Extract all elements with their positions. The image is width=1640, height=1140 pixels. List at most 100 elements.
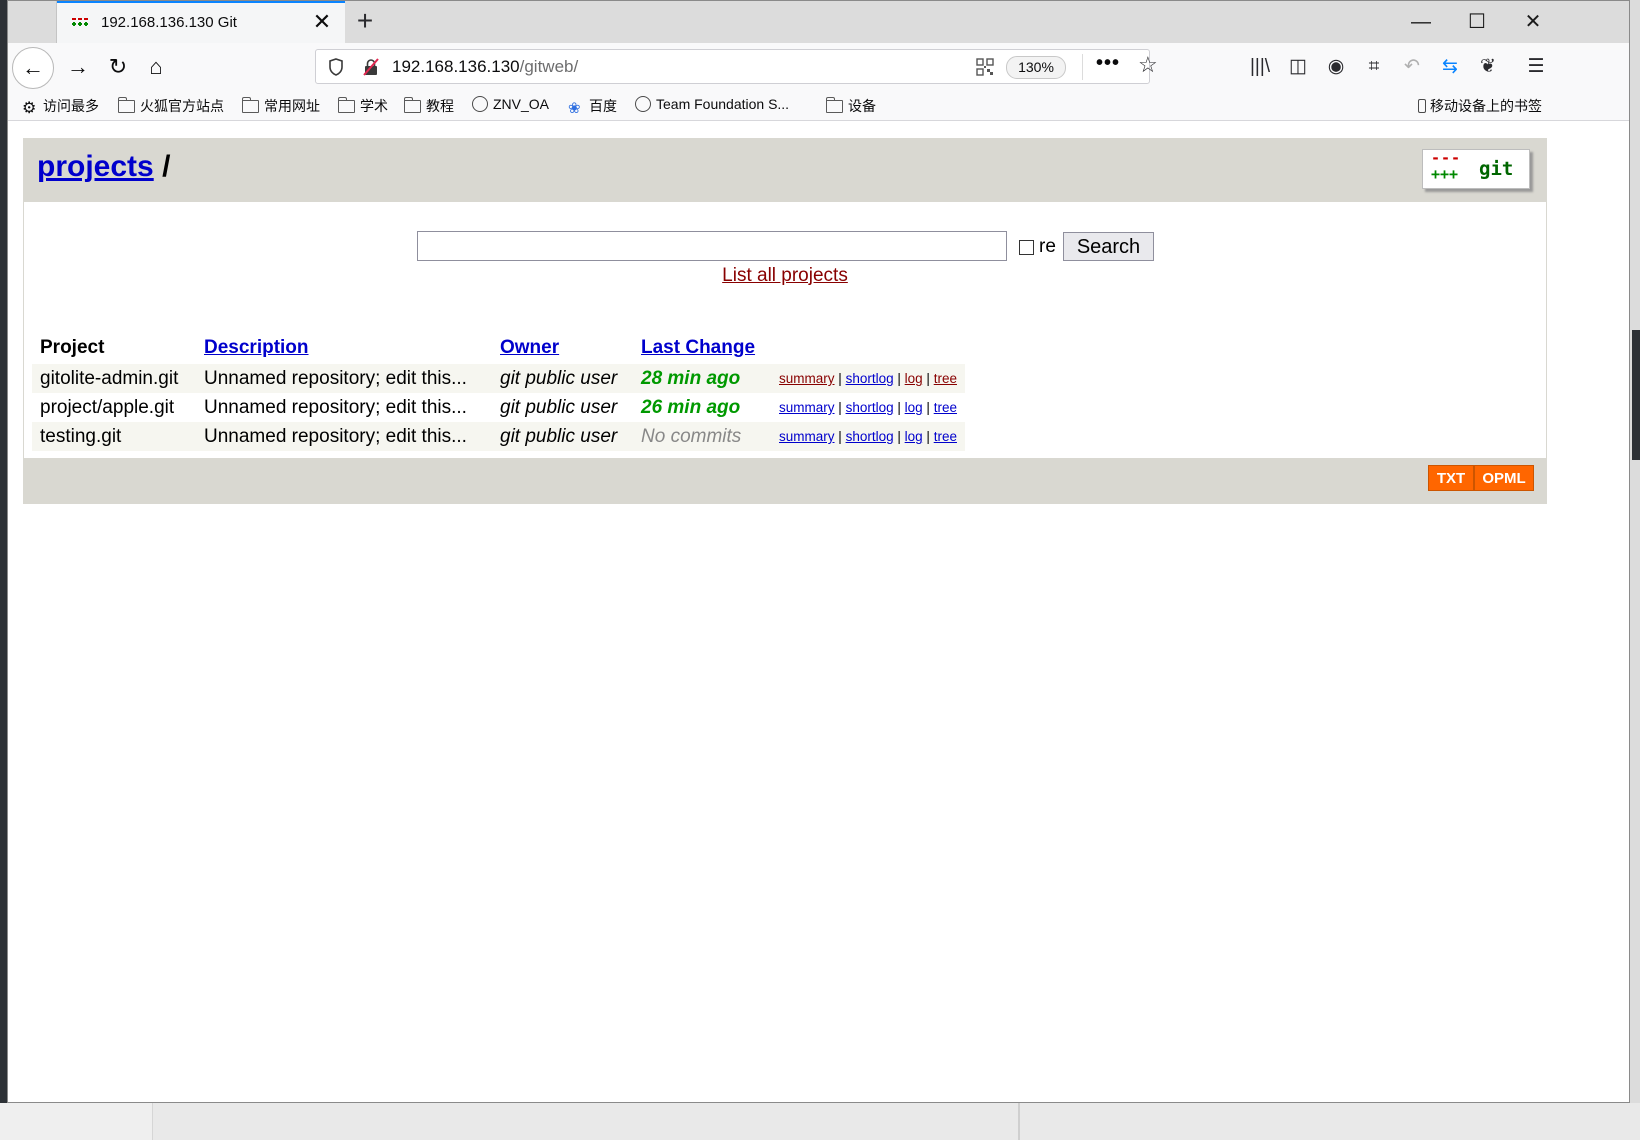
hamburger-menu-icon[interactable]: ☰ <box>1522 53 1550 81</box>
bookmark-firefox-sites[interactable]: 火狐官方站点 <box>118 96 224 116</box>
browser-window: 192.168.136.130 Git ✕ + — ☐ ✕ ← → ↻ ⌂ 19… <box>7 0 1630 1103</box>
minimize-icon[interactable]: — <box>1398 7 1444 37</box>
shortlog-link[interactable]: shortlog <box>846 371 894 386</box>
qr-code-icon[interactable] <box>976 58 994 76</box>
page-actions-icon[interactable]: ••• <box>1096 52 1120 75</box>
shortlog-link[interactable]: shortlog <box>846 429 894 444</box>
project-description[interactable]: Unnamed repository; edit this... <box>196 364 492 393</box>
regex-checkbox[interactable] <box>1019 240 1034 255</box>
project-age: 26 min ago <box>633 393 771 422</box>
git-logo-minus-icon: --- <box>1431 149 1462 167</box>
bookmark-star-icon[interactable]: ☆ <box>1138 52 1158 78</box>
project-owner: git public user <box>492 393 633 422</box>
background-window-strip <box>0 0 7 1140</box>
baidu-paw-icon: ❀ <box>568 100 581 117</box>
summary-link[interactable]: summary <box>779 371 835 386</box>
back-arrow-icon[interactable]: ← <box>12 47 54 89</box>
project-name[interactable]: gitolite-admin.git <box>32 364 196 393</box>
summary-link[interactable]: summary <box>779 400 835 415</box>
sync-icon[interactable]: ⇆ <box>1436 53 1464 81</box>
bookmark-baidu[interactable]: ❀ 百度 <box>568 96 617 117</box>
evernote-icon[interactable]: ❦ <box>1474 53 1502 81</box>
tab-close-icon[interactable]: ✕ <box>309 9 335 35</box>
list-all-projects-link[interactable]: List all projects <box>722 265 848 286</box>
library-icon[interactable]: |||\ <box>1246 53 1274 81</box>
tracking-shield-icon[interactable] <box>328 58 344 76</box>
crop-screenshot-icon[interactable]: ⌗ <box>1360 53 1388 81</box>
navigation-toolbar: ← → ↻ ⌂ 192.168.136.130/gitweb/ 130% •••… <box>8 43 1629 91</box>
regex-label: re <box>1039 236 1056 257</box>
account-icon[interactable]: ◉ <box>1322 53 1350 81</box>
bookmark-tutorials[interactable]: 教程 <box>404 96 454 116</box>
project-name[interactable]: project/apple.git <box>32 393 196 422</box>
opml-feed-button[interactable]: OPML <box>1474 465 1534 491</box>
table-row: gitolite-admin.git Unnamed repository; e… <box>32 364 965 393</box>
column-last-change[interactable]: Last Change <box>633 334 771 364</box>
bookmark-team-foundation[interactable]: Team Foundation S... <box>635 96 789 112</box>
bookmark-devices[interactable]: 设备 <box>826 96 876 116</box>
bookmark-common-sites[interactable]: 常用网址 <box>242 96 320 116</box>
maximize-icon[interactable]: ☐ <box>1454 7 1500 37</box>
log-link[interactable]: log <box>905 429 923 444</box>
log-link[interactable]: log <box>905 400 923 415</box>
insecure-lock-icon[interactable] <box>362 58 380 76</box>
tab-title: 192.168.136.130 Git <box>101 14 237 31</box>
project-age: 28 min ago <box>633 364 771 393</box>
search-button[interactable]: Search <box>1063 232 1154 261</box>
tree-link[interactable]: tree <box>934 400 957 415</box>
tree-link[interactable]: tree <box>934 371 957 386</box>
shortlog-link[interactable]: shortlog <box>846 400 894 415</box>
list-all-projects: List all projects <box>24 265 1546 287</box>
zoom-level-button[interactable]: 130% <box>1006 56 1066 79</box>
forward-arrow-icon[interactable]: → <box>60 49 96 85</box>
window-close-icon[interactable]: ✕ <box>1510 7 1556 37</box>
new-tab-icon[interactable]: + <box>349 5 381 37</box>
globe-icon <box>472 96 488 112</box>
project-description[interactable]: Unnamed repository; edit this... <box>196 422 492 451</box>
mobile-device-icon <box>1418 99 1426 113</box>
undo-arrow-icon[interactable]: ↶ <box>1398 53 1426 81</box>
table-header-row: Project Description Owner Last Change <box>32 334 965 364</box>
tab-bar: 192.168.136.130 Git ✕ + — ☐ ✕ <box>8 1 1629 43</box>
log-link[interactable]: log <box>905 371 923 386</box>
reload-icon[interactable]: ↻ <box>100 49 136 85</box>
bookmark-most-visited[interactable]: ⚙ 访问最多 <box>22 96 99 117</box>
txt-feed-button[interactable]: TXT <box>1428 465 1474 491</box>
git-logo[interactable]: --- +++ git <box>1422 149 1530 189</box>
page-body: re Search List all projects Project Desc… <box>23 202 1547 464</box>
gear-icon: ⚙ <box>22 100 37 117</box>
project-description[interactable]: Unnamed repository; edit this... <box>196 393 492 422</box>
project-owner: git public user <box>492 364 633 393</box>
background-window-strip-right <box>1630 0 1640 1140</box>
home-icon[interactable]: ⌂ <box>138 49 174 85</box>
folder-icon <box>404 97 421 113</box>
url-text[interactable]: 192.168.136.130/gitweb/ <box>392 57 578 77</box>
project-name[interactable]: testing.git <box>32 422 196 451</box>
page-footer: TXT OPML <box>23 458 1547 504</box>
sidebar-icon[interactable]: ◫ <box>1284 53 1312 81</box>
table-row: testing.git Unnamed repository; edit thi… <box>32 422 965 451</box>
summary-link[interactable]: summary <box>779 429 835 444</box>
tree-link[interactable]: tree <box>934 429 957 444</box>
column-description[interactable]: Description <box>196 334 492 364</box>
page-content: projects / --- +++ git re Search List al… <box>8 121 1629 1102</box>
project-list-table: Project Description Owner Last Change gi… <box>32 334 965 451</box>
search-input[interactable] <box>417 231 1007 261</box>
globe-icon <box>635 96 651 112</box>
breadcrumb: projects / <box>37 150 170 184</box>
project-links: summary | shortlog | log | tree <box>771 364 965 393</box>
breadcrumb-separator: / <box>162 150 171 183</box>
projects-link[interactable]: projects <box>37 150 154 183</box>
project-links: summary | shortlog | log | tree <box>771 393 965 422</box>
project-owner: git public user <box>492 422 633 451</box>
bookmarks-toolbar: ⚙ 访问最多 火狐官方站点 常用网址 学术 教程 ZNV_OA ❀ 百度 Team … <box>8 91 1629 121</box>
address-bar[interactable]: 192.168.136.130/gitweb/ 130% ••• ☆ <box>315 49 1158 84</box>
bookmark-znv-oa[interactable]: ZNV_OA <box>472 96 549 112</box>
column-owner[interactable]: Owner <box>492 334 633 364</box>
tab-active[interactable]: 192.168.136.130 Git ✕ <box>57 1 345 43</box>
bookmark-academic[interactable]: 学术 <box>338 96 388 116</box>
folder-icon <box>118 97 135 113</box>
page-header: projects / --- +++ git <box>23 138 1547 202</box>
mobile-bookmarks[interactable]: 移动设备上的书签 <box>1418 96 1542 116</box>
project-age: No commits <box>633 422 771 451</box>
